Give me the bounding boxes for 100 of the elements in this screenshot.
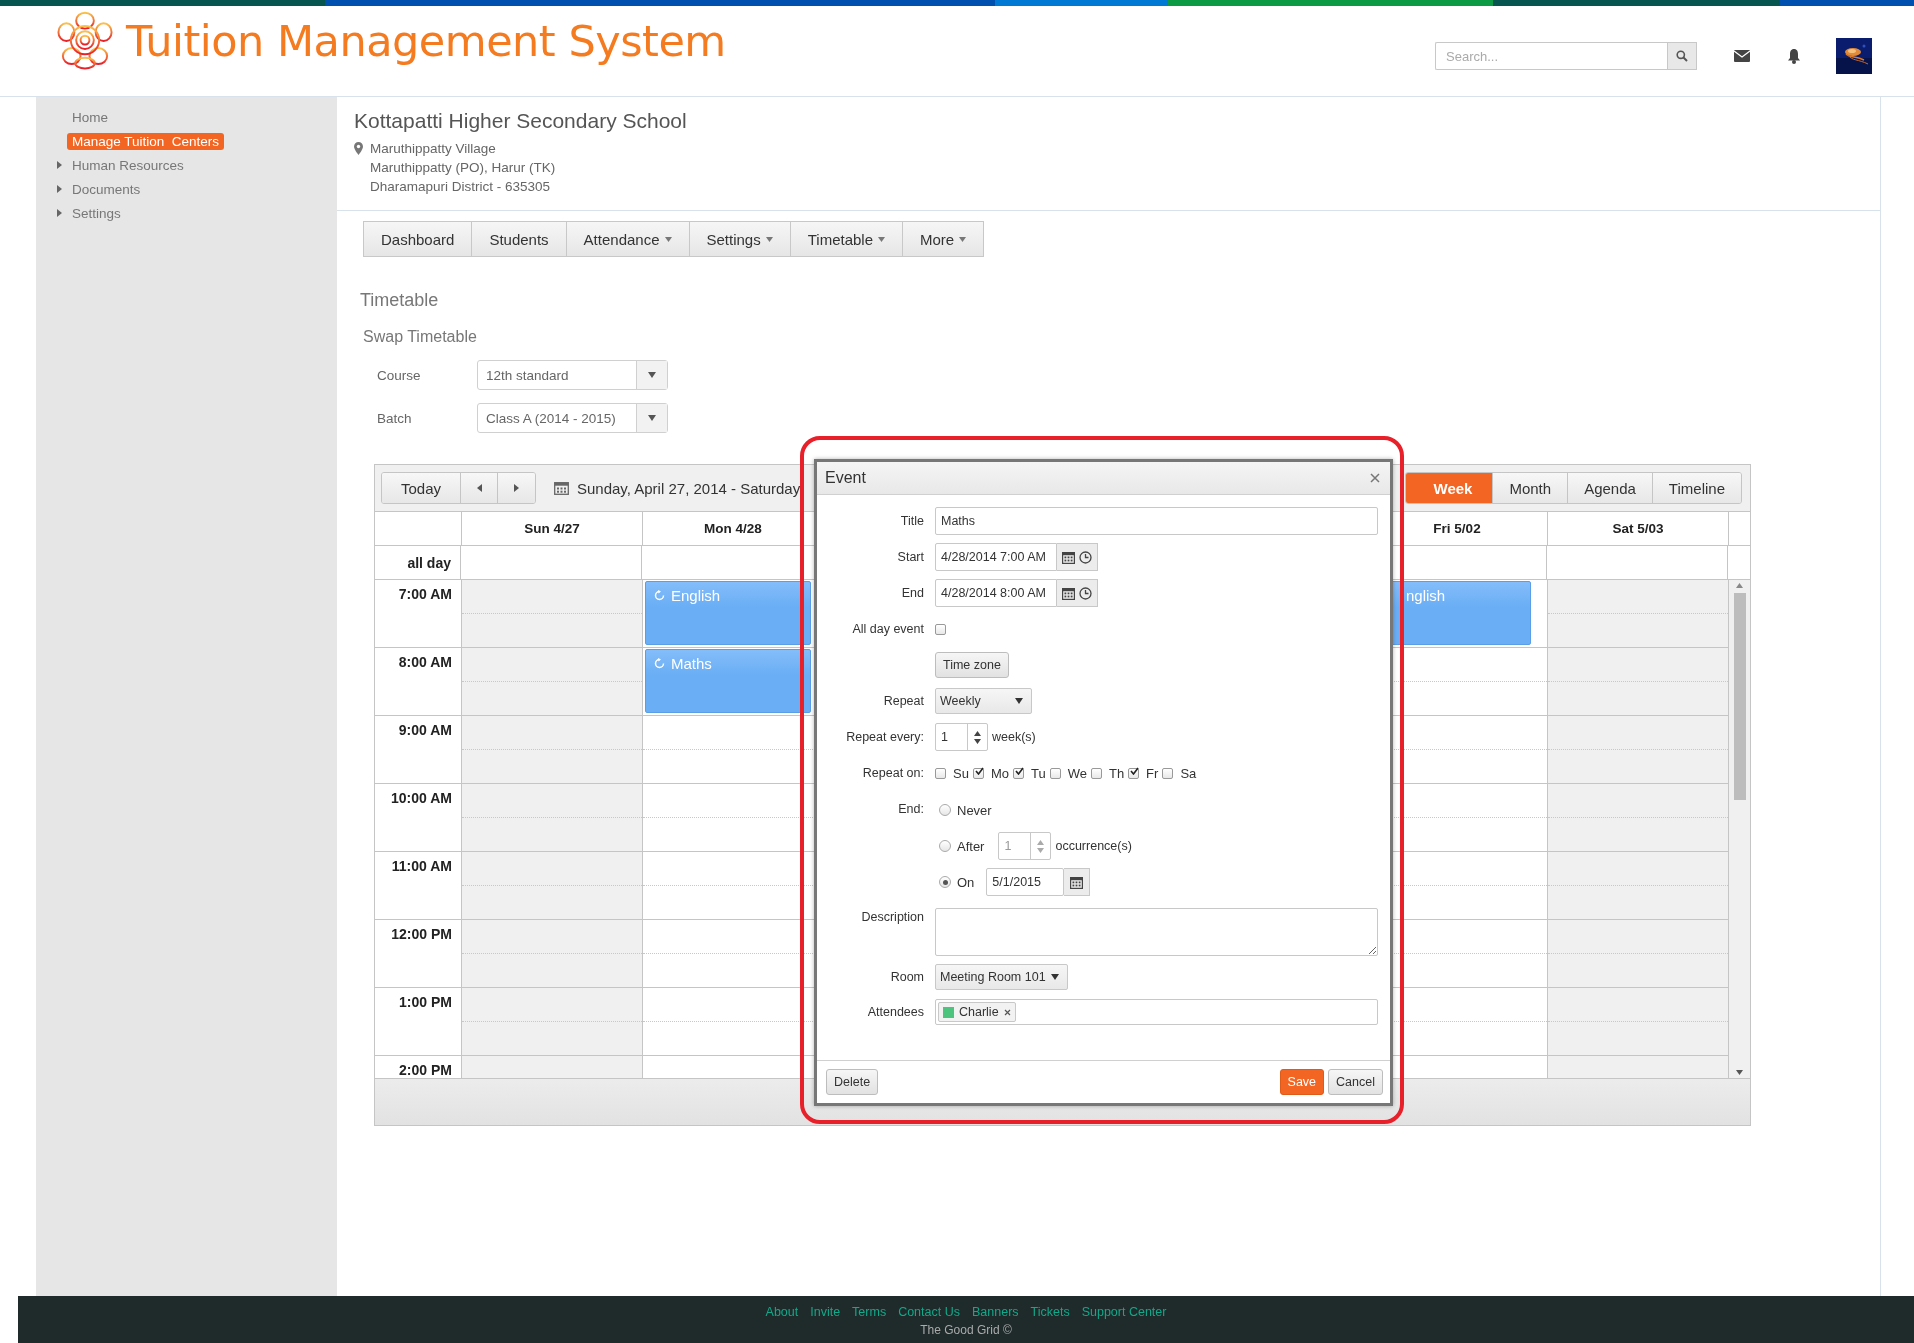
sidebar-item[interactable]: Home — [67, 108, 113, 126]
time-label: 12:00 PM — [391, 926, 452, 942]
view-tab[interactable]: Agenda — [1568, 473, 1653, 503]
description-field[interactable] — [935, 908, 1378, 956]
remove-icon[interactable] — [1003, 1008, 1011, 1016]
footer-link[interactable]: Terms — [852, 1305, 887, 1319]
weekday-label: Sa — [1180, 765, 1197, 781]
repeat-dropdown[interactable]: Weekly — [935, 688, 1032, 714]
unit-label: week(s) — [992, 730, 1036, 744]
right-triangle-icon — [514, 484, 519, 492]
clock-icon — [1079, 550, 1092, 564]
event-title: English — [671, 587, 721, 604]
nav-tab[interactable]: Students — [472, 222, 567, 256]
app-title: Tuition Management System — [126, 16, 726, 66]
footer-link[interactable]: Tickets — [1030, 1305, 1070, 1319]
time-label: 1:00 PM — [399, 994, 452, 1010]
nav-tab[interactable]: Attendance — [566, 222, 690, 256]
field-label: Repeat on: — [861, 766, 924, 780]
sidebar-item[interactable]: Human Resources — [67, 156, 189, 174]
date-time-picker-button[interactable] — [1057, 543, 1098, 571]
time-label: 11:00 AM — [391, 858, 452, 874]
subsection-title: Swap Timetable — [363, 328, 478, 346]
field-label: All day event — [851, 622, 924, 636]
close-icon[interactable] — [1370, 473, 1380, 483]
room-dropdown[interactable]: Meeting Room 101 — [935, 964, 1068, 990]
filter-label: Course — [376, 367, 422, 383]
checkbox[interactable] — [972, 767, 984, 779]
end-field[interactable]: 4/28/2014 8:00 AM — [935, 579, 1057, 607]
time-label: 8:00 AM — [398, 654, 452, 670]
checkbox[interactable] — [1090, 767, 1102, 779]
checkbox[interactable] — [1049, 767, 1061, 779]
search-button[interactable] — [1667, 42, 1697, 70]
nav-tab[interactable]: More — [903, 222, 984, 256]
radio-button[interactable] — [939, 804, 951, 816]
checkbox[interactable] — [1128, 767, 1140, 779]
filter-dropdown[interactable]: Class A (2014 - 2015) — [477, 403, 668, 433]
view-tab[interactable]: Month — [1493, 473, 1569, 503]
delete-button[interactable]: Delete — [826, 1069, 879, 1095]
field-label: Repeat every: — [845, 730, 924, 744]
checkbox[interactable] — [1162, 767, 1174, 779]
day-header: Mon 4/28 — [704, 521, 762, 536]
time-label: 2:00 PM — [399, 1062, 452, 1078]
time-zone-button[interactable]: Time zone — [935, 652, 1009, 678]
calendar-icon — [1062, 550, 1075, 564]
caret-icon — [1051, 974, 1059, 980]
end-date-field[interactable]: 5/1/2015 — [986, 868, 1065, 896]
location-pin-icon — [354, 142, 363, 155]
filter-dropdown[interactable]: 12th standard — [477, 360, 668, 390]
title-field[interactable]: Maths — [935, 507, 1378, 535]
option-label: Never — [957, 802, 992, 818]
footer-link[interactable]: Support Center — [1081, 1305, 1167, 1319]
copyright: The Good Grid © — [920, 1323, 1012, 1337]
attendee-tag[interactable]: Charlie — [938, 1002, 1016, 1022]
date-picker-button[interactable] — [1064, 868, 1091, 896]
view-tab[interactable]: Timeline — [1652, 473, 1741, 503]
nav-tab[interactable]: Settings — [689, 222, 791, 256]
section-title: Timetable — [360, 290, 440, 311]
calendar-icon — [554, 481, 569, 495]
sidebar-item[interactable]: Settings — [67, 204, 126, 222]
checkbox[interactable] — [935, 767, 946, 779]
day-header: Sat 5/03 — [1612, 521, 1664, 536]
date-time-picker-button[interactable] — [1057, 579, 1098, 607]
footer-link[interactable]: Invite — [810, 1305, 841, 1319]
field-label: End — [900, 586, 924, 600]
scrollbar-thumb[interactable] — [1733, 593, 1746, 800]
repeat-every-spinner[interactable]: 1 — [935, 723, 988, 751]
cancel-button[interactable]: Cancel — [1328, 1069, 1383, 1095]
radio-button[interactable] — [939, 876, 951, 888]
mail-icon[interactable] — [1734, 50, 1750, 62]
scrollbar[interactable] — [1729, 580, 1750, 1078]
footer-link[interactable]: Banners — [972, 1305, 1019, 1319]
weekday-label: Mo — [990, 765, 1009, 781]
sidebar-item[interactable]: Documents — [67, 180, 146, 198]
caret-icon — [1015, 698, 1023, 704]
down-arrow-icon[interactable] — [1736, 1070, 1743, 1075]
option-label: On — [957, 874, 975, 890]
nav-tab[interactable]: Timetable — [790, 222, 904, 256]
unit-label: occurrence(s) — [1055, 839, 1132, 853]
up-down-arrows-icon[interactable] — [974, 730, 981, 744]
filter-label: Batch — [376, 410, 413, 426]
checkbox[interactable] — [935, 623, 946, 635]
start-field[interactable]: 4/28/2014 7:00 AM — [935, 543, 1057, 571]
time-label: 7:00 AM — [398, 586, 452, 602]
weekday-label: We — [1067, 765, 1087, 781]
caret-icon — [648, 415, 656, 421]
field-label: Attendees — [866, 1005, 924, 1019]
checkbox[interactable] — [1012, 767, 1024, 779]
footer-link[interactable]: Contact Us — [898, 1305, 960, 1319]
bell-icon[interactable] — [1787, 48, 1801, 64]
up-arrow-icon[interactable] — [1736, 583, 1743, 588]
nav-tab[interactable]: Dashboard — [364, 222, 473, 256]
search-field[interactable]: Search... — [1435, 42, 1667, 70]
weekday-label: Su — [953, 765, 969, 781]
footer-link[interactable]: About — [765, 1305, 799, 1319]
attendees-field[interactable]: Charlie — [935, 999, 1378, 1025]
weekday-label: Tu — [1030, 765, 1046, 781]
option-label: After — [957, 838, 985, 854]
weekday-label: Fr — [1146, 765, 1159, 781]
day-header: Sun 4/27 — [524, 521, 580, 536]
today-button[interactable]: Today — [382, 473, 461, 503]
